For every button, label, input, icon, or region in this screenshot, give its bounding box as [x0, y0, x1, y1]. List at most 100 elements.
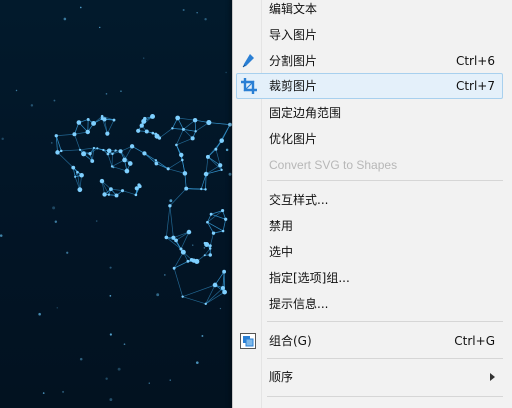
menu-item-label: 交互样式... [269, 193, 329, 207]
network-node [186, 259, 190, 263]
menu-item-assign-option-group[interactable]: 指定[选项]组... [233, 265, 512, 291]
network-link [182, 296, 206, 305]
network-link [211, 210, 223, 215]
network-node [118, 149, 123, 154]
network-link [159, 128, 173, 139]
network-node [144, 129, 149, 134]
menu-item-group[interactable]: 组合(G) Ctrl+G [233, 328, 512, 354]
menu-separator [267, 321, 503, 322]
network-node [206, 220, 209, 224]
network-link [107, 153, 113, 167]
network-node [134, 193, 138, 197]
network-node [166, 167, 170, 171]
network-node [209, 212, 213, 216]
star-dot [225, 71, 227, 74]
menu-item-edit-text[interactable]: 编辑文本 [233, 0, 512, 22]
network-node [136, 128, 141, 133]
menu-item-tooltip-info[interactable]: 提示信息... [233, 291, 512, 317]
star-dot [201, 335, 204, 337]
menu-item-label: 指定[选项]组... [269, 271, 350, 285]
menu-item-import-image[interactable]: 导入图片 [233, 22, 512, 48]
network-node [150, 113, 155, 119]
network-node [214, 147, 218, 151]
star-dot [63, 17, 67, 21]
network-node [78, 148, 82, 151]
menu-item-fix-corner-range[interactable]: 固定边角范围 [233, 100, 512, 126]
menu-item-label: 组合(G) [269, 334, 312, 348]
network-link [172, 127, 184, 130]
star-dot [169, 379, 171, 381]
network-node [122, 157, 127, 163]
network-node [92, 146, 96, 150]
star-dot [192, 244, 194, 246]
network-link [209, 233, 214, 246]
network-node [74, 175, 77, 178]
star-dot [117, 367, 121, 371]
star-dot [204, 18, 207, 21]
pen-nib-icon [239, 52, 257, 70]
menu-item-select[interactable]: 选中 [233, 239, 512, 265]
network-node [102, 148, 105, 152]
network-node [142, 151, 147, 156]
network-node [111, 152, 114, 156]
network-node [141, 118, 147, 124]
network-node [107, 193, 111, 196]
menu-separator [267, 396, 503, 397]
menu-item-interaction-style[interactable]: 交互样式... [233, 187, 512, 213]
menu-item-label: 固定边角范围 [269, 106, 342, 120]
network-node [139, 123, 144, 128]
star-dot [51, 142, 53, 144]
menu-item-crop-image[interactable]: 裁剪图片 Ctrl+7 [236, 73, 503, 99]
network-node [208, 244, 212, 248]
star-dot [156, 293, 160, 297]
network-node [203, 241, 207, 245]
network-node [81, 151, 87, 157]
star-dot [120, 90, 122, 92]
network-link [173, 268, 183, 297]
network-node [102, 192, 107, 197]
network-node [208, 247, 212, 250]
network-node [157, 136, 162, 140]
network-node [192, 117, 198, 123]
network-node [106, 148, 112, 154]
menu-item-shortcut: Ctrl+G [454, 334, 495, 348]
menu-item-order[interactable]: 顺序 [233, 364, 512, 390]
network-node [137, 183, 141, 187]
network-link [61, 149, 81, 152]
canvas-image[interactable] [0, 0, 232, 408]
network-node [124, 168, 130, 174]
star-dot [109, 333, 112, 336]
menu-item-label: Convert SVG to Shapes [269, 158, 398, 172]
menu-item-label: 裁剪图片 [269, 79, 318, 93]
network-node [222, 289, 227, 295]
network-node [211, 231, 216, 235]
network-node [154, 159, 158, 162]
star-dot [148, 382, 150, 384]
network-link [168, 168, 186, 174]
network-node [208, 253, 212, 257]
network-node [220, 168, 223, 172]
network-link [210, 213, 226, 220]
menu-item-convert-svg: Convert SVG to Shapes [233, 152, 512, 178]
menu-item-label: 分割图片 [269, 54, 318, 68]
menu-item-split-image[interactable]: 分割图片 Ctrl+6 [233, 48, 512, 74]
network-node [218, 163, 223, 168]
network-node [129, 144, 135, 149]
network-node [212, 282, 218, 288]
menu-item-disable[interactable]: 禁用 [233, 213, 512, 239]
menu-item-shortcut: Ctrl+7 [455, 79, 495, 93]
network-node [71, 165, 76, 170]
network-link [169, 188, 187, 207]
network-node [220, 285, 225, 290]
network-link [222, 219, 227, 232]
network-node [72, 132, 77, 137]
star-dot [182, 8, 185, 12]
star-dot [1, 137, 4, 141]
network-node [203, 254, 206, 257]
network-link [57, 152, 74, 168]
menu-item-optimize-image[interactable]: 优化图片 [233, 126, 512, 152]
network-link [208, 122, 231, 125]
star-dot [52, 206, 56, 210]
network-node [114, 149, 117, 152]
network-node [186, 229, 192, 235]
